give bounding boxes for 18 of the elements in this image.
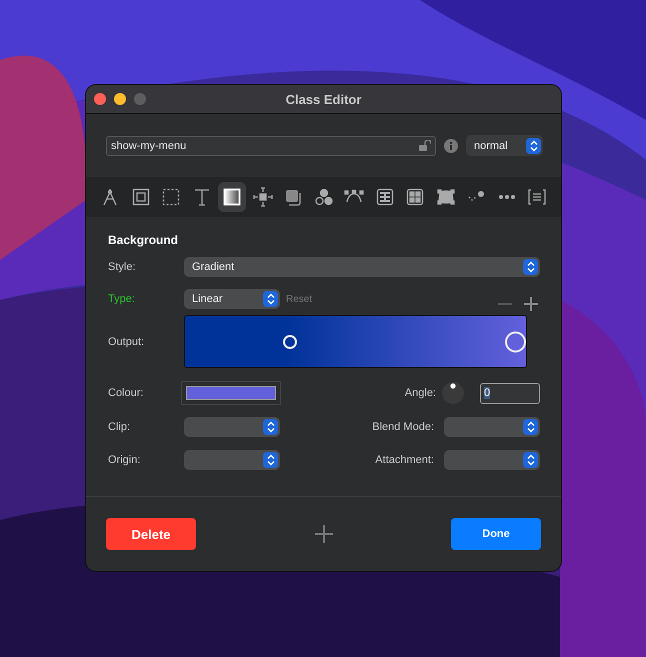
delete-button[interactable]: Delete [106,518,196,550]
done-button[interactable]: Done [451,518,541,550]
field-label: Attachment: [375,454,434,466]
angle-field[interactable]: 0 [480,382,540,404]
class-name-field[interactable]: show-my-menu [106,136,436,156]
section-title: Background [108,233,180,247]
field-label: Blend Mode: [372,421,434,433]
field-label: Output: [108,336,146,348]
type-select[interactable]: Linear [184,289,280,309]
field-label: Angle: [404,387,436,399]
field-label: Style: [108,261,137,273]
field-label: Clip: [108,421,132,433]
field-label: Origin: [108,454,142,466]
window-title: Class Editor [286,92,362,106]
style-select[interactable]: Gradient [184,257,540,277]
field-label: Colour: [108,387,144,399]
state-select[interactable]: normal [466,135,543,156]
field-label: Type: [108,293,136,305]
